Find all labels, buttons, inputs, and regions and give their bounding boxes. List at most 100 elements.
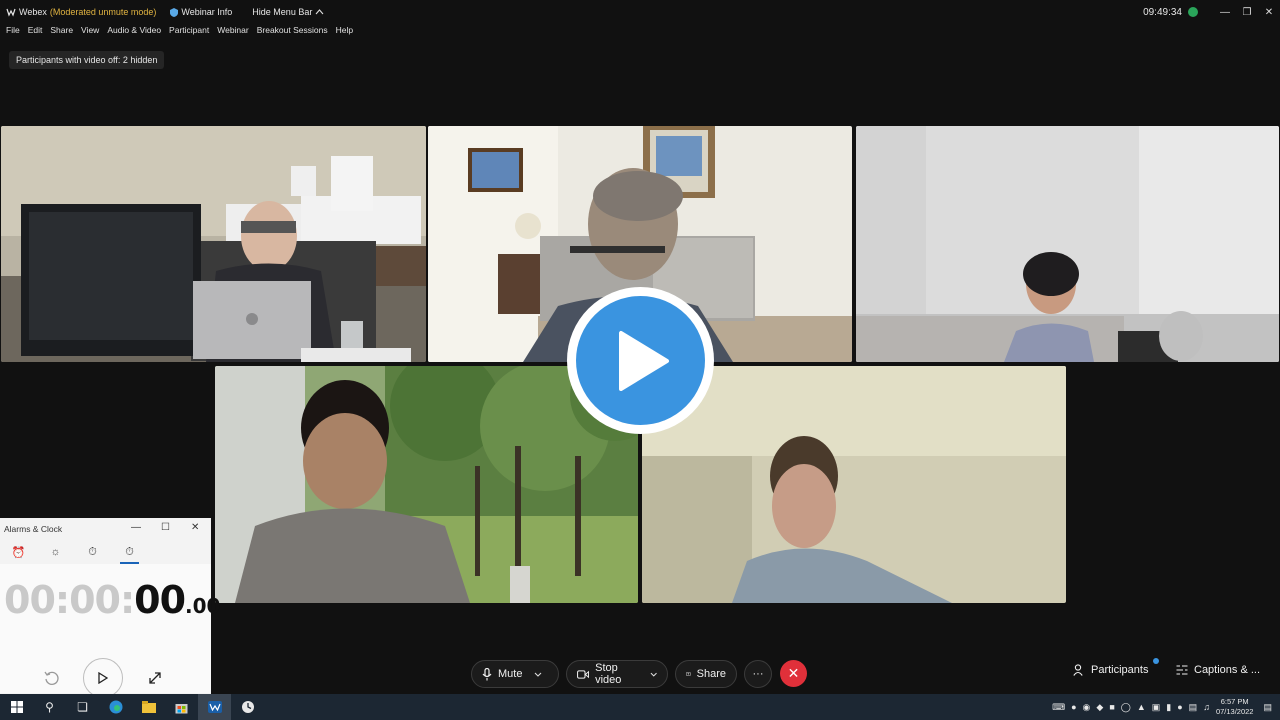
captions-button[interactable]: Captions & ... xyxy=(1176,664,1260,676)
timer-icon[interactable]: ⏱ xyxy=(74,546,111,559)
menu-share[interactable]: Share xyxy=(50,25,73,39)
task-view-icon[interactable]: ❏ xyxy=(66,694,99,720)
battery-icon[interactable]: ▮ xyxy=(1166,702,1171,713)
taskbar-date: 07/13/2022 xyxy=(1215,707,1254,716)
notification-dot-icon xyxy=(1153,658,1159,664)
video-tile-3[interactable] xyxy=(856,126,1279,362)
end-meeting-button[interactable]: ✕ xyxy=(780,660,807,687)
close-button[interactable]: ✕ xyxy=(1258,7,1280,18)
stopwatch-hours-minutes: 00:00: xyxy=(4,578,135,622)
alarms-minimize-button[interactable]: — xyxy=(131,522,141,533)
title-bar-right: 09:49:34 — ❐ ✕ xyxy=(1143,0,1280,24)
stopwatch-seconds: 00 xyxy=(134,578,186,622)
alarms-title-bar: Alarms & Clock — ☐ ✕ xyxy=(0,518,211,540)
play-button[interactable] xyxy=(567,287,714,434)
webex-window: Webex (Moderated unmute mode) Webinar In… xyxy=(0,0,1280,720)
start-icon xyxy=(98,672,108,684)
edge-browser-icon[interactable] xyxy=(99,694,132,720)
menu-audio-video[interactable]: Audio & Video xyxy=(107,25,161,39)
tray-app-icon[interactable]: ◯ xyxy=(1121,702,1131,713)
minimize-button[interactable]: — xyxy=(1214,7,1236,18)
taskbar-clock[interactable]: 6:57 PM 07/13/2022 xyxy=(1216,697,1254,717)
restore-button[interactable]: ❐ xyxy=(1236,7,1258,18)
menu-webinar[interactable]: Webinar xyxy=(217,25,249,39)
mute-button[interactable]: Mute xyxy=(471,660,559,688)
lap-reset-button[interactable] xyxy=(32,658,72,698)
menu-edit[interactable]: Edit xyxy=(28,25,43,39)
notifications-icon[interactable]: ▤ xyxy=(1263,702,1272,713)
store-icon[interactable] xyxy=(165,694,198,720)
windows-taskbar: ⚲ ❏ ⌨ ● ◉ ◆ ■ ◯ ▲ ▣ ▮ ● ▤ ♫ 6:57 PM 07/1… xyxy=(0,694,1280,720)
alarm-icon[interactable]: ⏰ xyxy=(0,546,37,559)
menu-view[interactable]: View xyxy=(81,25,99,39)
menu-file[interactable]: File xyxy=(6,25,20,39)
video-off-notice[interactable]: Participants with video off: 2 hidden xyxy=(9,51,165,69)
video-feed-room xyxy=(642,366,1066,603)
network-icon[interactable]: ▤ xyxy=(1189,702,1198,713)
microphone-tray-icon[interactable]: ● xyxy=(1177,702,1182,712)
video-feed-office xyxy=(1,126,426,362)
more-options-button[interactable]: ··· xyxy=(744,660,772,688)
menu-breakout-sessions[interactable]: Breakout Sessions xyxy=(257,25,328,39)
tray-app-icon[interactable]: ■ xyxy=(1109,702,1114,712)
alarms-clock-window: Alarms & Clock — ☐ ✕ ⏰ ☼ ⏱ ⏱ 00:00:00.00 xyxy=(0,518,220,698)
hide-menu-bar-label: Hide Menu Bar xyxy=(252,7,313,17)
play-icon xyxy=(618,330,669,391)
webinar-info-label: Webinar Info xyxy=(181,7,233,17)
expand-button[interactable] xyxy=(135,658,175,698)
tray-app-icon[interactable]: ◆ xyxy=(1096,702,1103,713)
video-tile-4[interactable] xyxy=(215,366,638,603)
more-options-icon: ··· xyxy=(752,668,764,680)
webex-taskbar-icon[interactable] xyxy=(198,694,231,720)
stopwatch-panel: 00:00:00.00 xyxy=(0,564,220,698)
participants-button[interactable]: Participants xyxy=(1073,658,1159,676)
start-menu-button[interactable] xyxy=(0,694,33,720)
alarms-tabs: ⏰ ☼ ⏱ ⏱ xyxy=(0,540,211,564)
share-label: Share xyxy=(696,668,726,680)
unmute-mode-label: (Moderated unmute mode) xyxy=(49,7,157,17)
mute-label: Mute xyxy=(498,668,523,680)
connection-status-icon xyxy=(1188,7,1198,17)
play-button-inner xyxy=(576,296,705,425)
menu-bar: File Edit Share View Audio & Video Parti… xyxy=(0,25,355,39)
hide-menu-bar-button[interactable]: Hide Menu Bar xyxy=(252,7,324,17)
participants-label: Participants xyxy=(1091,664,1149,676)
tray-app-icon[interactable]: ▣ xyxy=(1152,702,1161,713)
close-icon: ✕ xyxy=(787,665,800,681)
chevron-down-icon[interactable] xyxy=(534,672,542,677)
captions-label: Captions & ... xyxy=(1194,664,1261,676)
reset-icon xyxy=(44,671,59,685)
stopwatch-hundredths: .00 xyxy=(185,594,221,618)
start-button[interactable] xyxy=(83,658,123,698)
video-tile-1[interactable] xyxy=(1,126,426,362)
menu-participant[interactable]: Participant xyxy=(169,25,209,39)
tray-app-icon[interactable]: ▲ xyxy=(1137,702,1146,712)
volume-icon[interactable]: ♫ xyxy=(1203,702,1210,712)
app-name: Webex xyxy=(19,7,47,17)
stop-video-button[interactable]: Stop video xyxy=(566,660,668,688)
microphone-icon xyxy=(482,667,492,680)
video-feed-park-background xyxy=(215,366,638,603)
webinar-info-button[interactable]: Webinar Info xyxy=(170,7,232,17)
menu-help[interactable]: Help xyxy=(336,25,353,39)
alarms-close-button[interactable]: ✕ xyxy=(191,522,199,533)
stopwatch-icon[interactable]: ⏱ xyxy=(111,546,148,564)
search-icon[interactable]: ⚲ xyxy=(33,694,66,720)
share-button[interactable]: Share xyxy=(675,660,737,688)
chevron-up-icon xyxy=(315,9,324,15)
shield-info-icon xyxy=(170,7,179,17)
system-tray: ⌨ ● ◉ ◆ ■ ◯ ▲ ▣ ▮ ● ▤ ♫ 6:57 PM 07/13/20… xyxy=(1052,694,1280,720)
tray-app-icon[interactable]: ● xyxy=(1071,702,1076,712)
taskbar-time: 6:57 PM xyxy=(1220,697,1249,706)
webex-logo-icon xyxy=(6,8,16,17)
keyboard-icon[interactable]: ⌨ xyxy=(1052,702,1065,713)
alarms-clock-taskbar-icon[interactable] xyxy=(231,694,264,720)
alarms-maximize-button[interactable]: ☐ xyxy=(161,522,170,533)
chevron-down-icon[interactable] xyxy=(650,672,657,677)
video-camera-icon xyxy=(577,669,590,679)
tray-app-icon[interactable]: ◉ xyxy=(1083,702,1091,713)
share-icon xyxy=(686,672,691,676)
file-explorer-icon[interactable] xyxy=(132,694,165,720)
video-tile-5[interactable] xyxy=(642,366,1066,603)
world-clock-icon[interactable]: ☼ xyxy=(37,546,74,558)
